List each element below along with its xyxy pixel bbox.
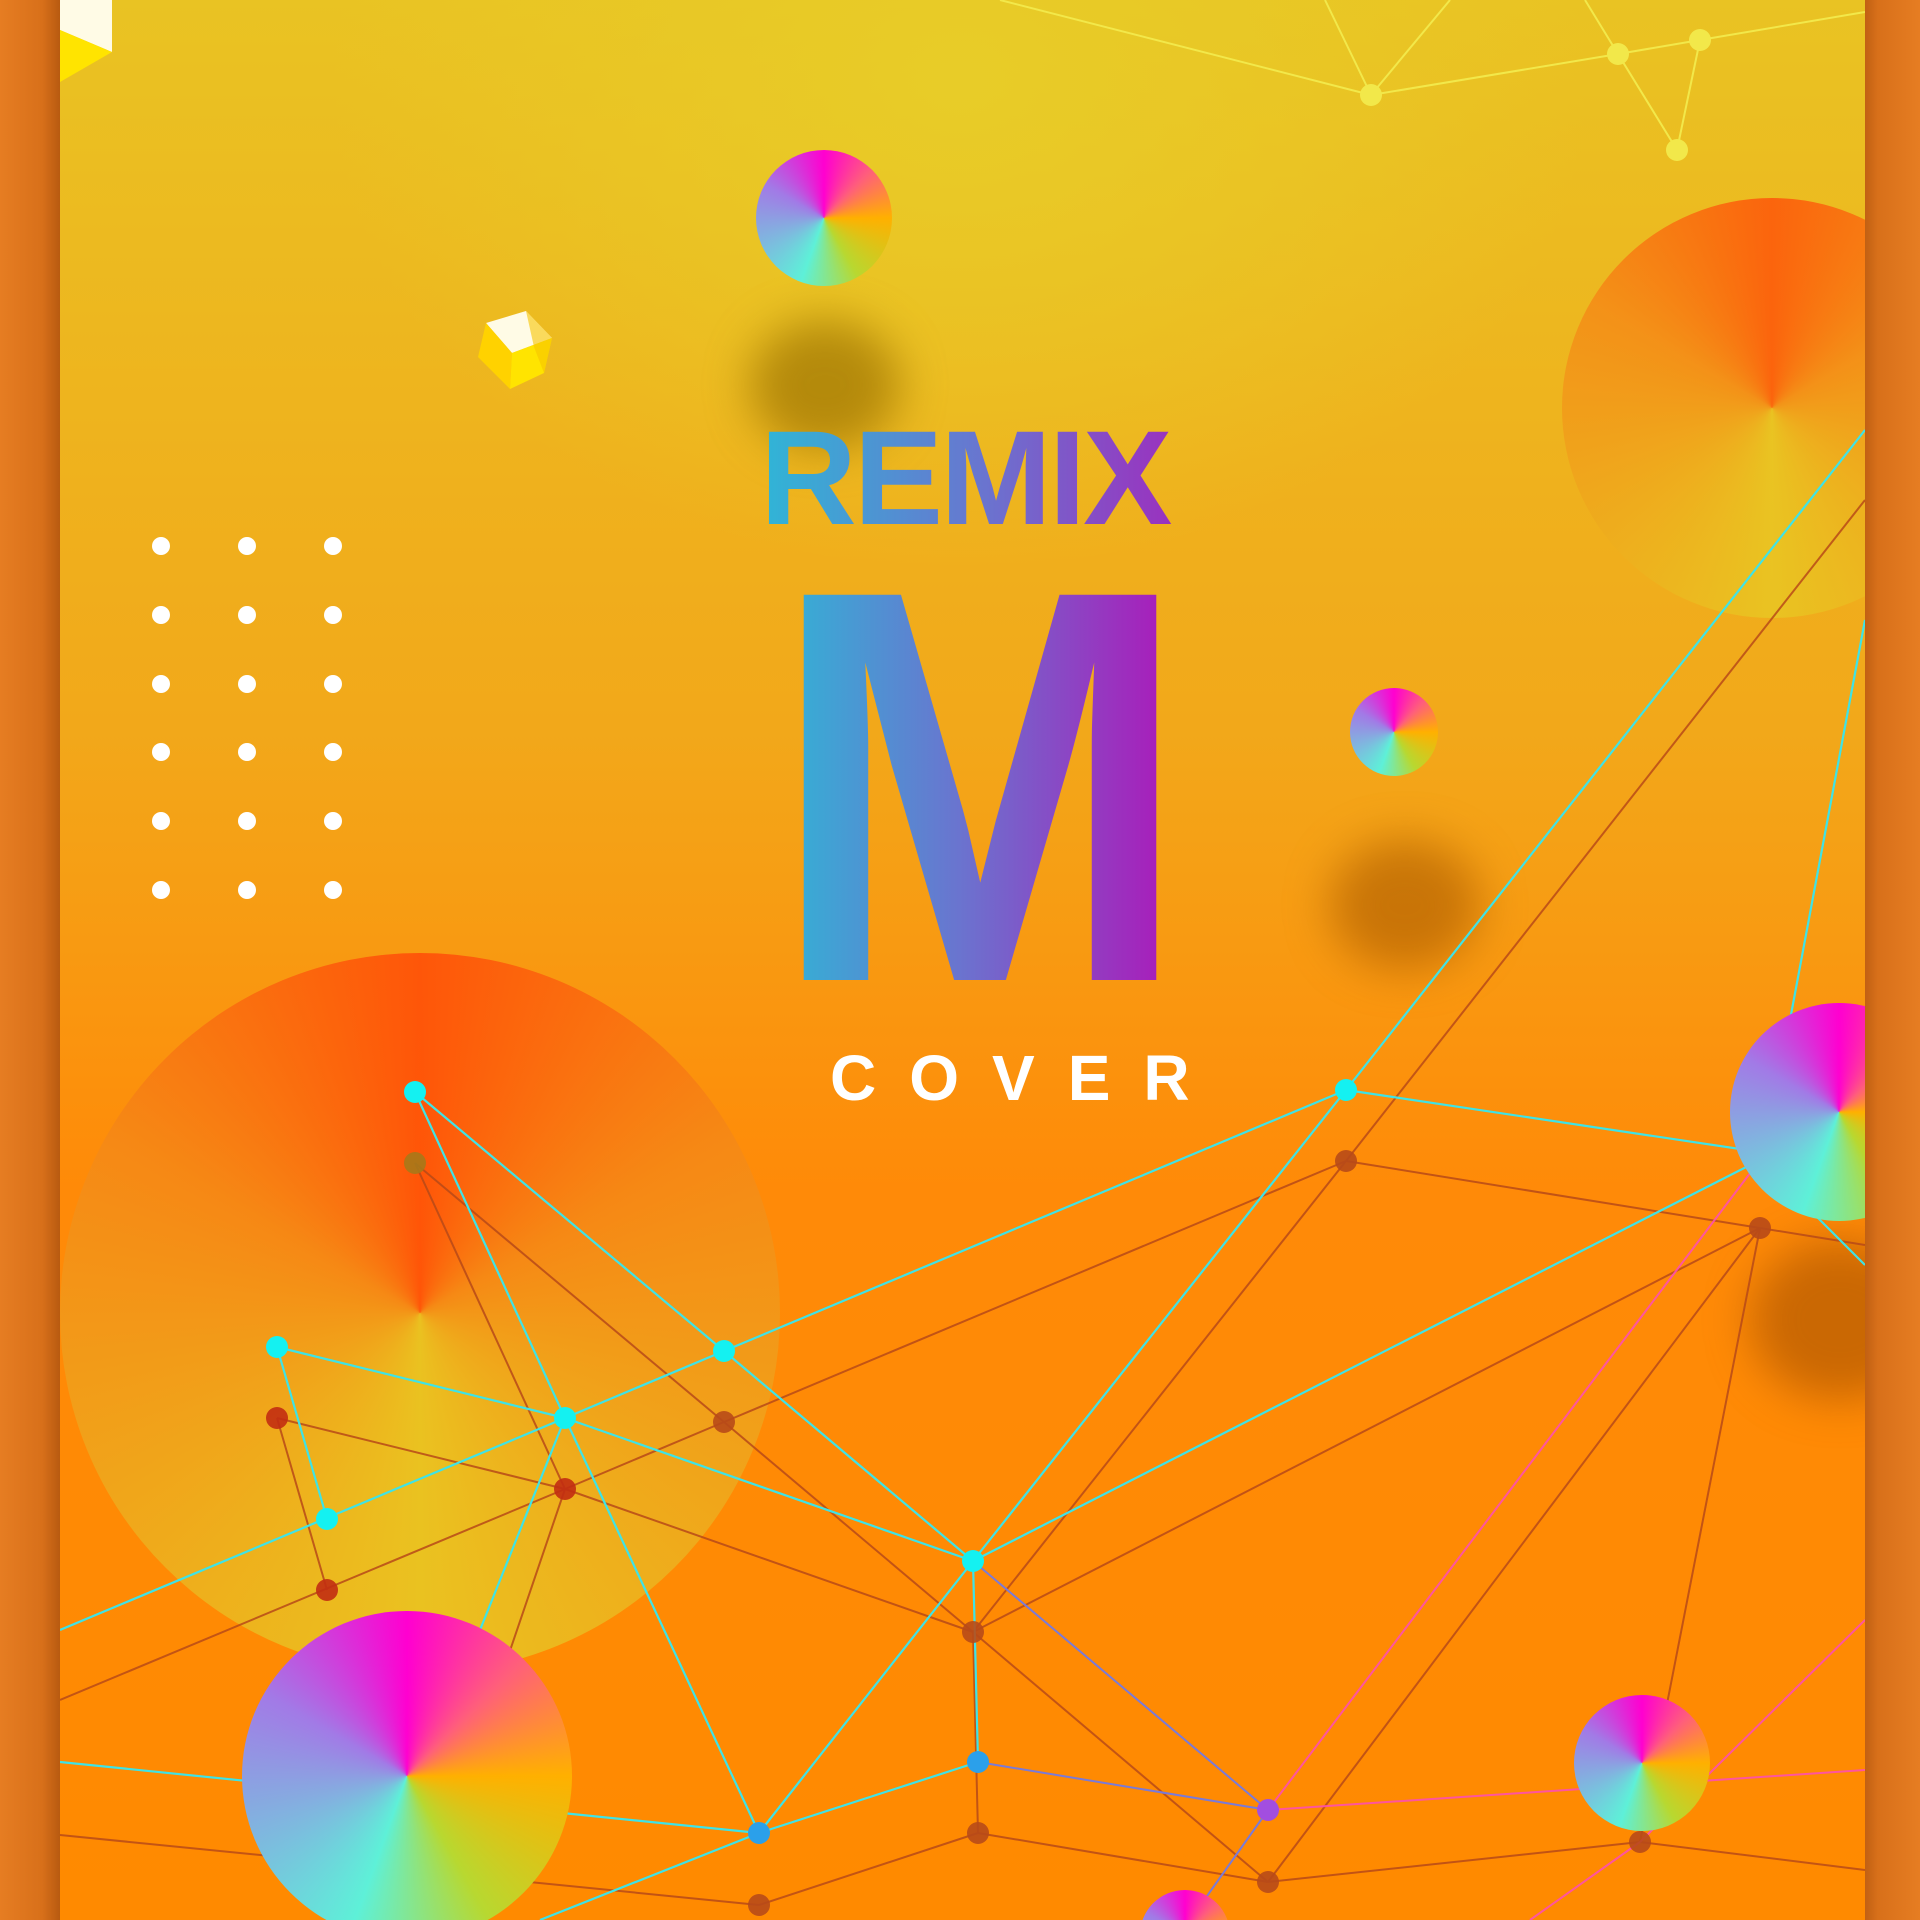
grid-dot — [324, 537, 342, 555]
big-m-text: M — [770, 570, 1190, 1000]
grid-dot — [324, 606, 342, 624]
right-frame — [1860, 0, 1920, 1920]
dot-grid — [152, 537, 352, 899]
album-cover: REMIX M COVER — [60, 0, 1865, 1920]
grid-dot — [152, 606, 170, 624]
grid-dot — [152, 881, 170, 899]
gradient-disc — [756, 150, 892, 286]
cube-icon — [60, 0, 112, 82]
grid-dot — [324, 812, 342, 830]
gradient-disc — [1350, 688, 1438, 776]
grid-dot — [152, 812, 170, 830]
grid-dot — [238, 606, 256, 624]
cover-subtitle: COVER — [830, 1042, 1223, 1114]
grid-dot — [152, 743, 170, 761]
grid-dot — [238, 537, 256, 555]
big-m-letter: M — [770, 570, 1190, 1000]
grid-dot — [152, 675, 170, 693]
left-frame — [0, 0, 60, 1920]
gradient-disc — [1574, 1695, 1710, 1831]
grid-dot — [238, 881, 256, 899]
gradient-disc — [242, 1611, 572, 1920]
grid-dot — [238, 675, 256, 693]
grid-dot — [324, 743, 342, 761]
grid-dot — [324, 675, 342, 693]
grid-dot — [152, 537, 170, 555]
grid-dot — [238, 812, 256, 830]
cube-icon — [478, 311, 552, 389]
grid-dot — [238, 743, 256, 761]
grid-dot — [324, 881, 342, 899]
remix-title: REMIX — [760, 412, 1260, 546]
